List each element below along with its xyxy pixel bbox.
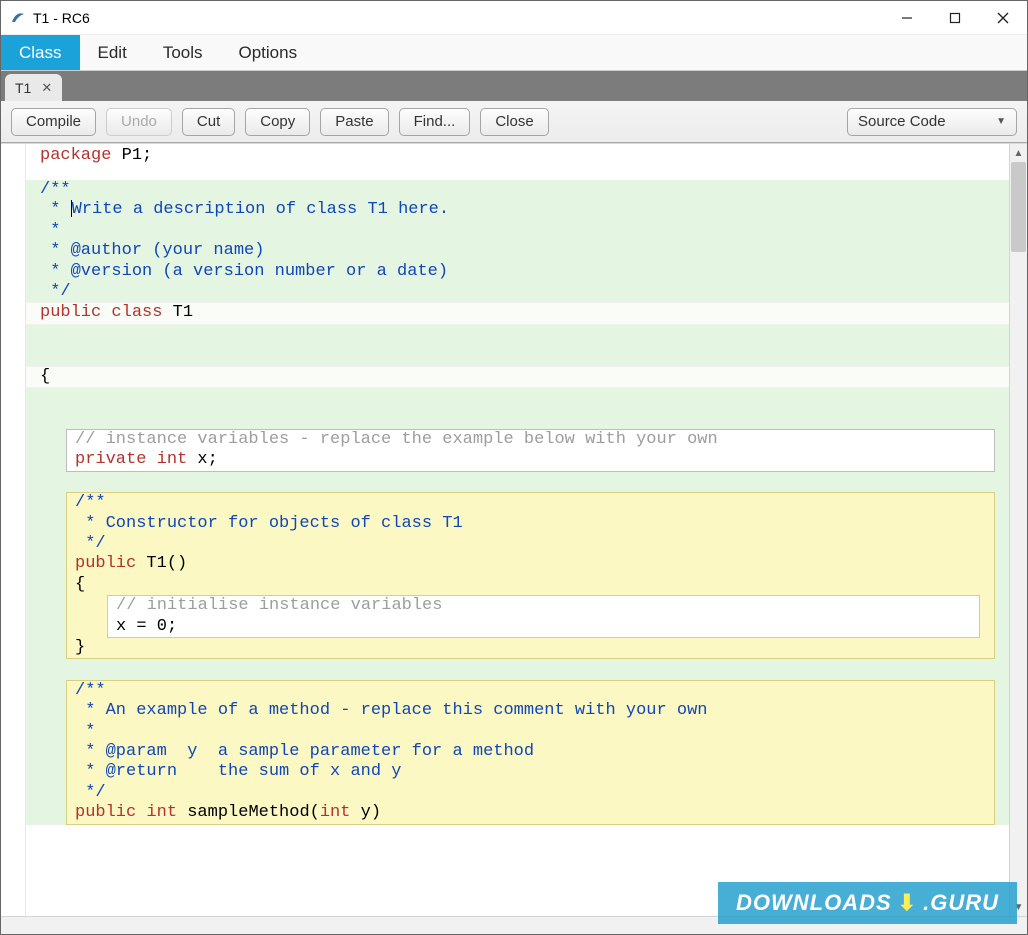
maximize-button[interactable] (931, 1, 979, 34)
minimize-button[interactable] (883, 1, 931, 34)
compile-button[interactable]: Compile (11, 108, 96, 136)
close-window-button[interactable] (979, 1, 1027, 34)
window-title: T1 - RC6 (33, 10, 90, 26)
paste-button[interactable]: Paste (320, 108, 388, 136)
menu-options[interactable]: Options (221, 35, 316, 70)
menu-class[interactable]: Class (1, 35, 80, 70)
find-button[interactable]: Find... (399, 108, 471, 136)
tab-close-icon[interactable]: ✕ (39, 80, 54, 96)
watermark: DOWNLOADS⬇.GURU (718, 882, 1017, 924)
menubar: Class Edit Tools Options (1, 35, 1027, 71)
scroll-thumb[interactable] (1011, 162, 1026, 252)
watermark-right: .GURU (923, 890, 999, 916)
menu-tools[interactable]: Tools (145, 35, 221, 70)
undo-button[interactable]: Undo (106, 108, 172, 136)
tabbar: T1 ✕ (1, 71, 1027, 101)
titlebar: T1 - RC6 (1, 1, 1027, 35)
close-button[interactable]: Close (480, 108, 548, 136)
watermark-icon: ⬇ (898, 890, 917, 916)
view-selector[interactable]: Source Code ▼ (847, 108, 1017, 136)
view-selector-label: Source Code (858, 113, 946, 130)
toolbar: Compile Undo Cut Copy Paste Find... Clos… (1, 101, 1027, 143)
code-editor[interactable]: package P1; /** * Write a description of… (1, 144, 1009, 916)
cut-button[interactable]: Cut (182, 108, 235, 136)
watermark-left: DOWNLOADS (736, 890, 892, 916)
tab-t1[interactable]: T1 ✕ (5, 74, 62, 101)
menu-edit[interactable]: Edit (80, 35, 145, 70)
copy-button[interactable]: Copy (245, 108, 310, 136)
tab-label: T1 (15, 80, 31, 96)
chevron-down-icon: ▼ (996, 116, 1006, 127)
scroll-up-icon[interactable]: ▲ (1010, 144, 1027, 162)
app-icon (9, 9, 27, 27)
vertical-scrollbar[interactable]: ▲ ▼ (1009, 144, 1027, 916)
